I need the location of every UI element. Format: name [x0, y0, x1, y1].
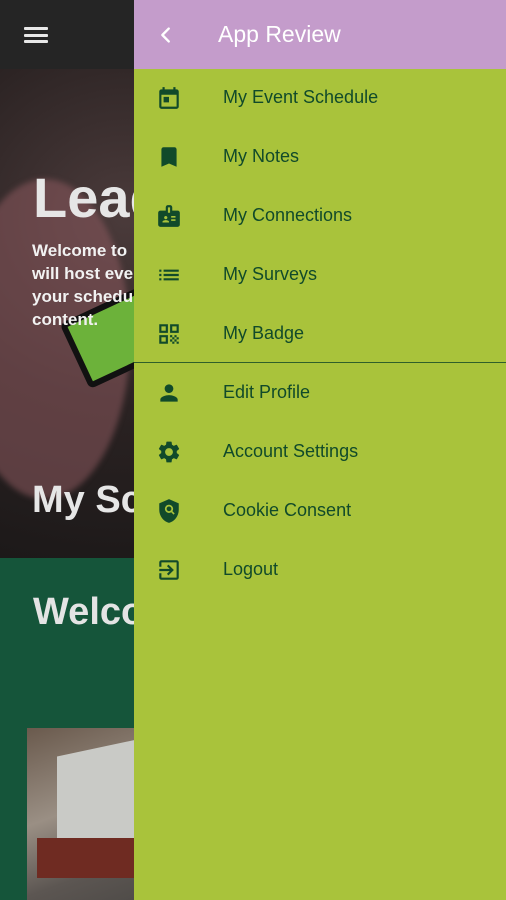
- calendar-icon: [156, 85, 182, 111]
- menu-item-my-event-schedule[interactable]: My Event Schedule: [134, 69, 506, 127]
- menu-item-my-connections[interactable]: My Connections: [134, 187, 506, 245]
- logout-icon: [156, 557, 182, 583]
- drawer-header: App Review: [134, 0, 506, 69]
- schedule-heading: My Sc: [32, 479, 142, 521]
- bookmark-icon: [156, 144, 182, 170]
- qr-code-icon: [156, 321, 182, 347]
- menu-item-label: My Badge: [223, 323, 305, 343]
- navigation-drawer: App Review My Event Schedule My Notes My…: [134, 0, 506, 900]
- menu-item-label: My Surveys: [223, 264, 318, 284]
- person-icon: [156, 380, 182, 406]
- chevron-left-icon[interactable]: [155, 24, 177, 46]
- menu-item-account-settings[interactable]: Account Settings: [134, 423, 506, 481]
- menu-item-label: My Notes: [223, 146, 300, 166]
- menu-item-label: Cookie Consent: [223, 500, 352, 520]
- menu-item-label: Edit Profile: [223, 382, 311, 402]
- shield-search-icon: [156, 498, 182, 524]
- menu-item-my-notes[interactable]: My Notes: [134, 128, 506, 186]
- menu-item-edit-profile[interactable]: Edit Profile: [134, 364, 506, 422]
- menu-item-logout[interactable]: Logout: [134, 541, 506, 599]
- gear-icon: [156, 439, 182, 465]
- menu-item-my-badge[interactable]: My Badge: [134, 305, 506, 363]
- menu-item-label: Logout: [223, 559, 279, 579]
- menu-item-label: Account Settings: [223, 441, 359, 461]
- menu-divider: [134, 362, 506, 363]
- contact-card-icon: [156, 203, 182, 229]
- menu-icon[interactable]: [24, 27, 48, 43]
- list-icon: [156, 262, 182, 288]
- menu-item-label: My Event Schedule: [223, 87, 379, 107]
- menu-item-my-surveys[interactable]: My Surveys: [134, 246, 506, 304]
- menu-item-label: My Connections: [223, 205, 353, 225]
- menu-item-cookie-consent[interactable]: Cookie Consent: [134, 482, 506, 540]
- welcome-heading: Welco: [33, 591, 145, 633]
- drawer-title: App Review: [218, 21, 341, 47]
